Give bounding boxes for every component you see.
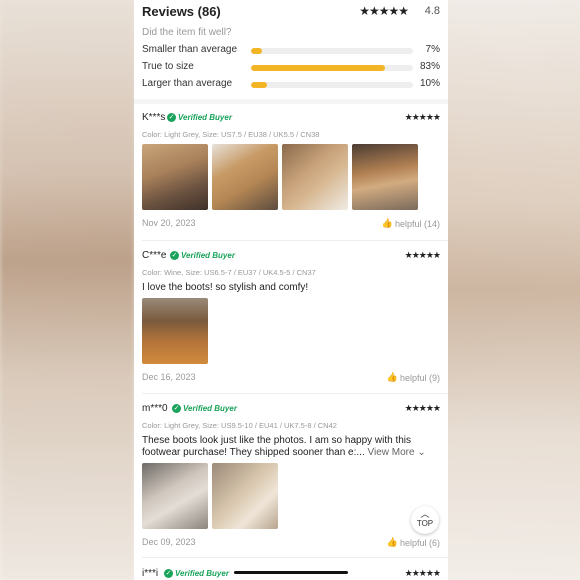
review-card: K***s ✓ Verified Buyer ★★★★★ Color: Ligh… [142,112,441,230]
reviewer-name: i***i [142,568,159,579]
review-card: m***0 ✓ Verified Buyer ★★★★★ Color: Ligh… [142,403,441,549]
review-divider [142,557,448,558]
review-photos [142,144,440,210]
section-separator [134,99,448,104]
review-date: Nov 20, 2023 [142,218,196,228]
helpful-button[interactable]: 👍 helpful (14) [382,218,440,229]
fit-bar-fill [251,65,386,71]
fit-bar-fill [251,82,268,88]
fit-row-larger: Larger than average 10% [142,78,440,92]
background-right [446,0,580,580]
verified-badge: ✓ Verified Buyer [164,569,229,578]
review-photo[interactable] [352,144,418,210]
view-more-link[interactable]: View More ⌄ [368,447,426,458]
thumbs-up-icon: 👍 [386,537,398,547]
verified-check-icon: ✓ [164,569,173,578]
fit-percent: 10% [419,78,440,89]
reviews-panel: Reviews (86) ★★★★★ 4.8 Did the item fit … [134,0,448,580]
back-to-top-button[interactable]: ︿ TOP [411,506,439,534]
fit-row-smaller: Smaller than average 7% [142,44,440,58]
review-photo[interactable] [142,298,208,364]
helpful-count: helpful (9) [399,372,440,383]
fit-row-true: True to size 83% [142,61,440,75]
review-stars: ★★★★★ [404,403,441,413]
verified-label: Verified Buyer [175,569,229,578]
review-text: These boots look just like the photos. I… [142,435,440,459]
review-photo[interactable] [142,463,208,529]
verified-badge: ✓ Verified Buyer [172,404,237,413]
verified-badge: ✓ Verified Buyer [167,113,232,122]
review-card: i***i ✓ Verified Buyer ★★★★★ [142,568,441,580]
fit-percent: 83% [419,61,440,72]
chevron-down-icon: ⌄ [417,447,426,458]
overall-stars: ★★★★★ [359,4,409,18]
review-stars: ★★★★★ [404,250,441,260]
verified-label: Verified Buyer [181,251,235,260]
thumbs-up-icon: 👍 [381,218,393,228]
helpful-count: helpful (14) [394,218,440,229]
reviewer-name: C***e [142,250,167,261]
review-meta: Color: Light Grey, Size: US9.5-10 / EU41… [142,421,337,430]
verified-badge: ✓ Verified Buyer [170,251,235,260]
review-stars: ★★★★★ [404,568,441,578]
overall-rating: 4.8 [424,5,440,17]
verified-check-icon: ✓ [172,404,181,413]
fit-bar [251,48,413,54]
review-photo[interactable] [212,144,278,210]
reviewer-name: m***0 [142,403,168,414]
fit-bar [251,65,413,71]
verified-label: Verified Buyer [183,404,237,413]
top-label: TOP [416,519,434,528]
review-photos [142,463,440,529]
chevron-up-icon: ︿ [420,509,430,519]
fit-label: Larger than average [142,78,233,89]
review-photo[interactable] [212,463,278,529]
helpful-button[interactable]: 👍 helpful (9) [387,372,440,383]
review-date: Dec 16, 2023 [142,372,196,382]
background-left [0,0,134,580]
verified-check-icon: ✓ [170,251,179,260]
helpful-button[interactable]: 👍 helpful (6) [387,537,440,548]
verified-check-icon: ✓ [167,113,176,122]
review-card: C***e ✓ Verified Buyer ★★★★★ Color: Wine… [142,250,441,384]
helpful-count: helpful (6) [399,537,440,548]
reviews-title: Reviews (86) [142,4,221,19]
review-divider [142,240,448,241]
review-stars: ★★★★★ [404,112,441,122]
review-photo[interactable] [282,144,348,210]
fit-percent: 7% [425,44,440,55]
review-text: I love the boots! so stylish and comfy! [142,282,309,293]
home-indicator [234,571,348,574]
reviews-header: Reviews (86) ★★★★★ 4.8 [142,4,440,20]
reviewer-name: K***s [142,112,166,123]
fit-label: Smaller than average [142,44,238,55]
fit-label: True to size [142,61,194,72]
fit-bar [251,82,413,88]
review-photos [142,298,440,364]
fit-question: Did the item fit well? [142,27,232,38]
thumbs-up-icon: 👍 [386,372,398,382]
review-date: Dec 09, 2023 [142,537,196,547]
review-photo[interactable] [142,144,208,210]
fit-bar-fill [251,48,263,54]
review-meta: Color: Wine, Size: US6.5-7 / EU37 / UK4.… [142,268,316,277]
view-more-label: View More [367,447,415,458]
verified-label: Verified Buyer [178,113,232,122]
review-divider [142,393,448,394]
review-meta: Color: Light Grey, Size: US7.5 / EU38 / … [142,130,320,139]
